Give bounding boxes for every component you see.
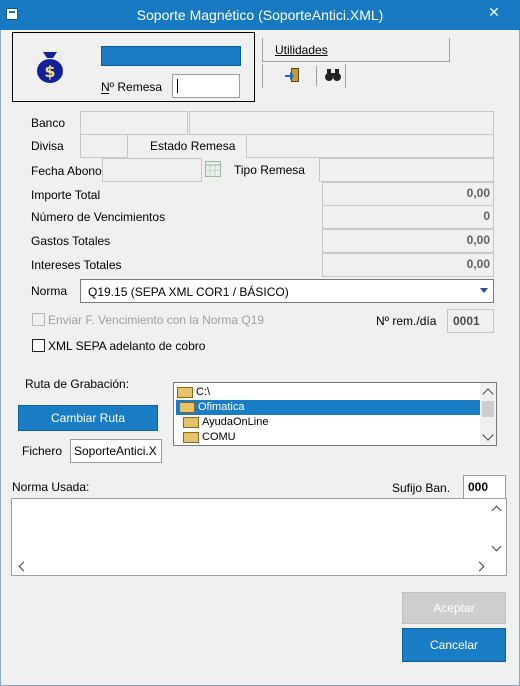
norma-usada-textarea[interactable] xyxy=(11,498,507,576)
xml-sepa-checkbox[interactable] xyxy=(32,339,45,352)
vencimientos-value: 0 xyxy=(322,205,494,229)
fecha-field[interactable] xyxy=(102,158,202,182)
remesa-caret xyxy=(177,79,178,93)
cancelar-button[interactable]: Cancelar xyxy=(402,628,506,662)
enviar-label: Enviar F. Vencimiento con la Norma Q19 xyxy=(48,313,265,327)
window-title: Soporte Magnético (SoporteAntici.XML) xyxy=(136,7,384,23)
cambiar-ruta-label: Cambiar Ruta xyxy=(50,411,126,425)
estado-field[interactable] xyxy=(246,134,494,158)
folder-open-icon xyxy=(179,401,195,413)
folder-open-icon xyxy=(177,386,193,398)
banco-label: Banco xyxy=(31,116,66,130)
norma-selected-value: Q19.15 (SEPA XML COR1 / BÁSICO) xyxy=(88,285,289,299)
aceptar-label: Aceptar xyxy=(433,601,475,615)
banco-name-field[interactable] xyxy=(189,111,494,135)
aceptar-button[interactable]: Aceptar xyxy=(402,592,506,624)
divisa-label: Divisa xyxy=(31,139,64,153)
importe-value: 0,00 xyxy=(322,182,494,206)
folder-item[interactable]: COMU xyxy=(183,430,473,445)
fichero-label: Fichero xyxy=(22,444,63,458)
remesa-label: Nº Remesa xyxy=(101,80,163,94)
close-icon[interactable]: ✕ xyxy=(484,0,504,24)
norma-usada-label: Norma Usada: xyxy=(12,480,90,494)
remesa-underline xyxy=(101,93,109,94)
chevron-down-icon[interactable] xyxy=(480,288,488,293)
ruta-label: Ruta de Grabación: xyxy=(25,377,130,391)
tipo-label: Tipo Remesa xyxy=(234,163,305,177)
separator xyxy=(316,66,317,86)
remesa-color-bar xyxy=(101,46,241,66)
utilidades-menu[interactable]: Utilidades xyxy=(275,43,328,57)
folder-icon xyxy=(183,416,199,428)
sufijo-input[interactable]: 000 xyxy=(463,475,506,499)
intereses-label: Intereses Totales xyxy=(31,258,122,272)
folder-item-selected[interactable]: Ofimatica xyxy=(176,400,480,415)
folder-icon xyxy=(183,431,199,443)
folder-item[interactable]: AyudaOnLine xyxy=(183,415,473,430)
cancelar-label: Cancelar xyxy=(429,638,479,652)
importe-label: Importe Total xyxy=(31,188,101,202)
nrem-label: Nº rem./día xyxy=(376,314,437,328)
cambiar-ruta-button[interactable]: Cambiar Ruta xyxy=(18,405,158,431)
fichero-input[interactable]: SoporteAntici.X xyxy=(70,439,162,463)
sufijo-label: Sufijo Ban. xyxy=(392,481,451,495)
tipo-field[interactable] xyxy=(319,158,494,182)
enviar-checkbox[interactable] xyxy=(32,313,45,326)
vencimientos-label: Número de Vencimientos xyxy=(31,210,166,224)
folder-item[interactable]: C:\ xyxy=(177,385,477,400)
binoculars-icon[interactable] xyxy=(324,67,342,83)
calendar-icon[interactable] xyxy=(205,161,221,177)
nrem-field[interactable]: 0001 xyxy=(447,309,494,333)
xml-sepa-label: XML SEPA adelanto de cobro xyxy=(48,339,206,353)
scroll-thumb[interactable] xyxy=(482,401,494,417)
estado-label: Estado Remesa xyxy=(150,139,236,153)
norma-label: Norma xyxy=(31,284,68,298)
remesa-input[interactable] xyxy=(172,74,240,98)
banco-code-field[interactable] xyxy=(80,111,188,135)
exit-door-icon[interactable] xyxy=(284,66,302,84)
intereses-value: 0,00 xyxy=(322,253,494,277)
money-bag-icon: $ xyxy=(30,46,70,86)
fecha-label: Fecha Abono xyxy=(31,164,102,178)
svg-text:$: $ xyxy=(44,62,55,81)
gastos-value: 0,00 xyxy=(322,229,494,253)
divisa-field[interactable] xyxy=(80,134,128,158)
gastos-label: Gastos Totales xyxy=(31,234,111,248)
